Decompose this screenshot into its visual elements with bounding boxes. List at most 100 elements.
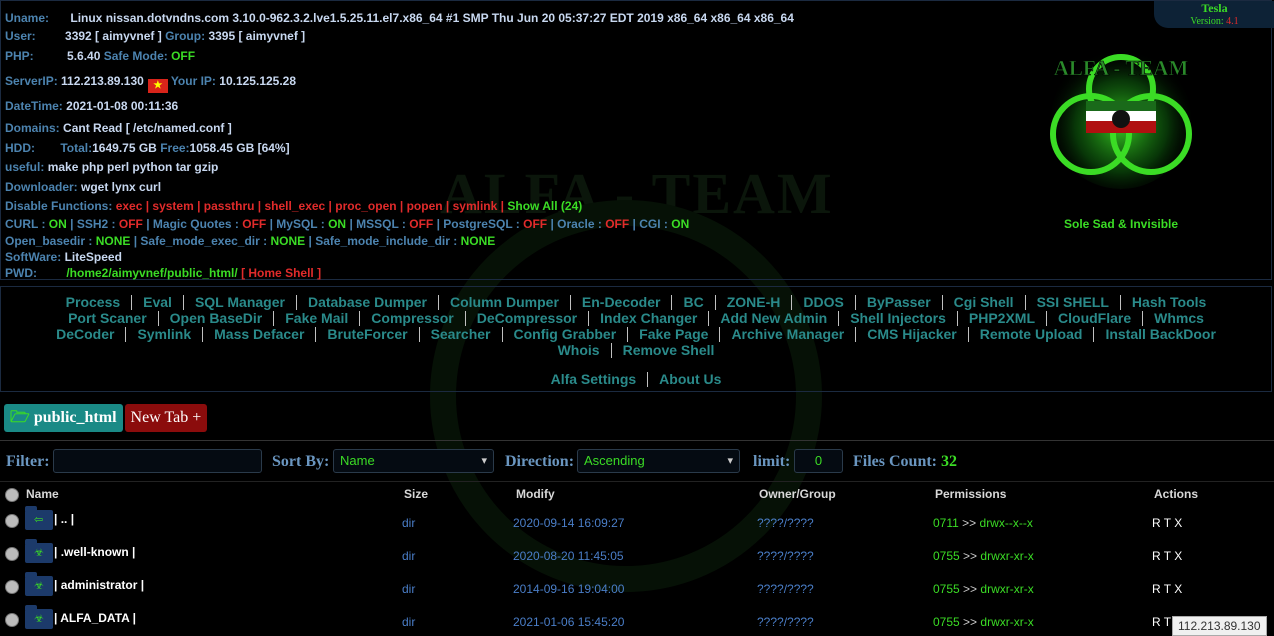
filter-input[interactable] (53, 449, 262, 473)
filter-label: Filter: (6, 453, 50, 470)
sort-by-value: Name (340, 453, 375, 468)
useful-label: useful: (5, 160, 45, 174)
mssql-value: OFF (409, 217, 434, 231)
menu-item-whois[interactable]: Whois (547, 343, 612, 358)
menu-item-bypasser[interactable]: ByPasser (856, 295, 943, 310)
datetime-label: DateTime: (5, 99, 63, 113)
menu-item-process[interactable]: Process (55, 295, 133, 310)
menu-item-open-basedir[interactable]: Open BaseDir (159, 311, 275, 326)
select-all-radio[interactable] (5, 488, 19, 502)
menu-item-remote-upload[interactable]: Remote Upload (969, 327, 1095, 342)
software-row: SoftWare: LiteSpeed (5, 250, 122, 264)
file-permissions[interactable]: 0755 >> drwxr-xr-x (933, 582, 1034, 596)
tab-current[interactable]: 🗁 public_html (4, 404, 123, 432)
file-modify-date[interactable]: 2014-09-16 19:04:00 (513, 582, 624, 596)
file-actions[interactable]: R T X (1152, 516, 1182, 530)
menu-item-alfa-settings[interactable]: Alfa Settings (540, 372, 649, 387)
menu-item-shell-injectors[interactable]: Shell Injectors (839, 311, 958, 326)
file-modify-date[interactable]: 2020-08-20 11:45:05 (513, 549, 624, 563)
header-name[interactable]: Name (26, 487, 59, 501)
menu-item-sql-manager[interactable]: SQL Manager (184, 295, 297, 310)
menu-item-symlink[interactable]: Symlink (126, 327, 204, 342)
file-permissions[interactable]: 0755 >> drwxr-xr-x (933, 549, 1034, 563)
disabled-functions-list: exec | system | passthru | shell_exec | … (115, 199, 505, 213)
downloader-value: wget lynx curl (81, 180, 162, 194)
menu-item-searcher[interactable]: Searcher (420, 327, 503, 342)
menu-item-hash-tools[interactable]: Hash Tools (1121, 295, 1217, 310)
direction-select[interactable]: Ascending ▾ (577, 449, 740, 473)
menu-item-config-grabber[interactable]: Config Grabber (503, 327, 629, 342)
cgi-value: ON (671, 217, 690, 231)
menu-item-cgi-shell[interactable]: Cgi Shell (943, 295, 1026, 310)
menu-item-archive-manager[interactable]: Archive Manager (720, 327, 857, 342)
menu-item-mass-defacer[interactable]: Mass Defacer (203, 327, 317, 342)
perm-separator: >> (962, 516, 977, 530)
menu-item-database-dumper[interactable]: Database Dumper (297, 295, 439, 310)
header-permissions[interactable]: Permissions (935, 487, 1006, 501)
row-select-radio[interactable] (5, 613, 19, 627)
menu-item-ssi-shell[interactable]: SSI SHELL (1026, 295, 1121, 310)
folder-icon[interactable]: ☣ (25, 539, 53, 563)
file-name-link[interactable]: | administrator | (54, 578, 144, 592)
menu-item-cms-hijacker[interactable]: CMS Hijacker (856, 327, 969, 342)
folder-icon[interactable]: ☣ (25, 572, 53, 596)
menu-item-fake-page[interactable]: Fake Page (628, 327, 721, 342)
menu-item-remove-shell[interactable]: Remove Shell (612, 343, 726, 358)
menu-item-whmcs[interactable]: Whmcs (1143, 311, 1215, 326)
file-actions[interactable]: R T X (1152, 549, 1182, 563)
sort-by-select[interactable]: Name ▾ (333, 449, 494, 473)
file-modify-date[interactable]: 2021-01-06 15:45:20 (513, 615, 624, 629)
hdd-free-label: Free: (160, 141, 190, 155)
limit-input[interactable]: 0 (794, 449, 843, 473)
server-info-panel: Uname: Linux nissan.dotvndns.com 3.10.0-… (0, 0, 1274, 280)
file-actions[interactable]: R T (1152, 615, 1171, 629)
header-owner-group[interactable]: Owner/Group (759, 487, 836, 501)
disable-functions-label: Disable Functions: (5, 199, 113, 213)
show-all-link[interactable]: Show All (24) (507, 199, 582, 213)
menu-item-about-us[interactable]: About Us (648, 372, 732, 387)
file-name-link[interactable]: | .. | (54, 512, 74, 526)
ssh2-value: OFF (118, 217, 143, 231)
header-modify[interactable]: Modify (516, 487, 555, 501)
menu-item-eval[interactable]: Eval (132, 295, 184, 310)
menu-item-index-changer[interactable]: Index Changer (589, 311, 710, 326)
file-name-link[interactable]: | ALFA_DATA | (54, 611, 136, 625)
menu-item-fake-mail[interactable]: Fake Mail (274, 311, 361, 326)
perm-separator: >> (963, 582, 978, 596)
table-row: ☣ | .well-known | dir 2020-08-20 11:45:05??… (0, 537, 1274, 569)
ip-tooltip: 112.213.89.130 (1172, 616, 1267, 636)
menu-item-port-scaner[interactable]: Port Scaner (57, 311, 159, 326)
menu-item-decoder[interactable]: DeCoder (45, 327, 127, 342)
folder-icon[interactable]: ☣ (25, 605, 53, 629)
menu-item-bruteforcer[interactable]: BruteForcer (316, 327, 420, 342)
row-select-radio[interactable] (5, 580, 19, 594)
menu-item-bc[interactable]: BC (672, 295, 716, 310)
slogan: Sole Sad & Invisible (1064, 217, 1179, 231)
folder-icon[interactable]: ⇦ (25, 506, 53, 530)
menu-item-en-decoder[interactable]: En-Decoder (571, 295, 673, 310)
file-permissions[interactable]: 0711 >> drwx--x--x (933, 516, 1033, 530)
menu-item-decompressor[interactable]: DeCompressor (466, 311, 590, 326)
menu-item-column-dumper[interactable]: Column Dumper (439, 295, 571, 310)
pwd-path-link[interactable]: /home2/aimyvnef/public_html/ (66, 266, 237, 280)
home-shell-link[interactable]: [ Home Shell ] (241, 266, 321, 280)
row-select-radio[interactable] (5, 547, 19, 561)
menu-item-cloudflare[interactable]: CloudFlare (1047, 311, 1144, 326)
menu-item-install-backdoor[interactable]: Install BackDoor (1094, 327, 1226, 342)
row-select-radio[interactable] (5, 514, 19, 528)
file-actions[interactable]: R T X (1152, 582, 1182, 596)
file-modify-date[interactable]: 2020-09-14 16:09:27 (513, 516, 624, 530)
menu-item-compressor[interactable]: Compressor (360, 311, 466, 326)
menu-item-zone-h[interactable]: ZONE-H (716, 295, 793, 310)
postgresql-value: OFF (523, 217, 548, 231)
mssql-label: | MSSQL : (349, 217, 406, 231)
menu-item-add-new-admin[interactable]: Add New Admin (709, 311, 840, 326)
menu-item-php2xml[interactable]: PHP2XML (958, 311, 1048, 326)
file-owner-group: ????/???? (757, 582, 814, 596)
new-tab-button[interactable]: New Tab + (124, 404, 208, 432)
file-name-link[interactable]: | .well-known | (54, 545, 135, 559)
header-size[interactable]: Size (404, 487, 428, 501)
file-permissions[interactable]: 0755 >> drwxr-xr-x (933, 615, 1034, 629)
user-row: User: 3392 [ aimyvnef ] Group: 3395 [ ai… (5, 29, 305, 43)
menu-item-ddos[interactable]: DDOS (792, 295, 856, 310)
